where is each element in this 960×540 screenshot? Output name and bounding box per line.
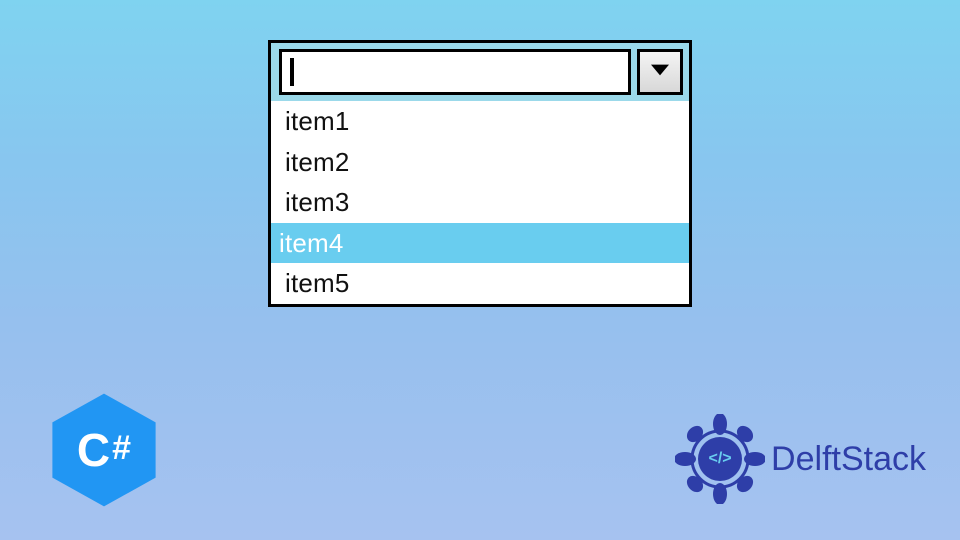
combobox-head <box>271 43 689 101</box>
list-item[interactable]: item3 <box>271 182 689 223</box>
delftstack-text: DelftStack <box>771 440 926 479</box>
combobox-input[interactable] <box>279 49 631 95</box>
csharp-hexagon: C# <box>44 390 164 510</box>
list-item[interactable]: item4 <box>271 223 689 264</box>
csharp-badge: C# <box>44 390 164 510</box>
csharp-label: C# <box>77 423 131 477</box>
delft-center-icon: </> <box>698 437 742 481</box>
delftstack-emblem: </> <box>675 414 765 504</box>
combobox-list: item1 item2 item3 item4 item5 <box>271 101 689 304</box>
text-cursor <box>290 58 294 86</box>
combobox: item1 item2 item3 item4 item5 <box>268 40 692 307</box>
code-icon: </> <box>708 450 731 468</box>
list-item[interactable]: item5 <box>271 263 689 304</box>
chevron-down-icon <box>651 63 669 81</box>
combobox-dropdown-button[interactable] <box>637 49 683 95</box>
delftstack-logo: </> DelftStack <box>675 414 926 504</box>
list-item[interactable]: item2 <box>271 142 689 183</box>
list-item[interactable]: item1 <box>271 101 689 142</box>
